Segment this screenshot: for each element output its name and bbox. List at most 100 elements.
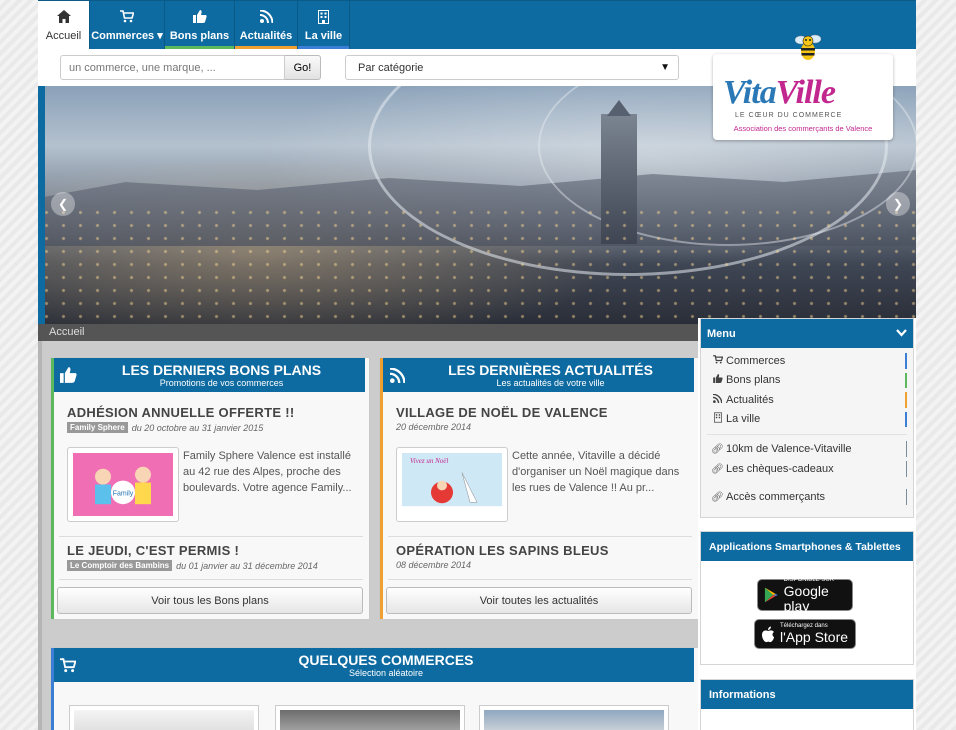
bons-plans-panel: LES DERNIERS BONS PLANS Promotions de vo… — [50, 357, 370, 620]
separator — [388, 579, 692, 580]
chevron-right-icon: ❯ — [892, 197, 904, 211]
nav-commerces[interactable]: Commerces ▾ — [90, 1, 165, 49]
bon-plan-meta: Family Sphere du 20 octobre au 31 janvie… — [67, 422, 263, 433]
actualite-title[interactable]: OPÉRATION LES SAPINS BLEUS — [396, 543, 609, 558]
bon-plan-thumbnail[interactable]: Family — [67, 447, 179, 522]
color-marker — [905, 372, 907, 388]
color-marker — [906, 461, 907, 477]
actualites-header: LES DERNIÈRES ACTUALITÉS Les actualités … — [383, 358, 694, 392]
sidebar-menu: Menu Commerces Bons plans Actualités La … — [700, 318, 914, 518]
actualites-panel: LES DERNIÈRES ACTUALITÉS Les actualités … — [379, 357, 699, 620]
commerces-header: QUELQUES COMMERCES Sélection aléatoire — [54, 648, 694, 682]
sidebar-menu-title: Menu — [707, 327, 736, 340]
main-content: LES DERNIERS BONS PLANS Promotions de vo… — [38, 341, 699, 730]
nav-underline-bons-plans — [165, 46, 234, 49]
thumbs-up-icon — [192, 9, 207, 25]
page: Accueil Commerces ▾ Bons plans Actualité… — [38, 0, 916, 730]
rss-icon — [711, 393, 724, 406]
bon-plan-meta: Le Comptoir des Bambins du 01 janvier au… — [67, 560, 318, 571]
category-select[interactable]: Par catégorie ▼ — [345, 55, 679, 80]
separator — [59, 579, 363, 580]
actualite-title[interactable]: VILLAGE DE NOËL DE VALENCE — [396, 405, 608, 420]
bons-plans-header: LES DERNIERS BONS PLANS Promotions de vo… — [54, 358, 365, 392]
shop-badge[interactable]: Family Sphere — [67, 422, 128, 433]
actualite-thumbnail[interactable]: Vivez un Noël — [396, 447, 508, 522]
breadcrumb: Accueil — [38, 324, 698, 341]
bon-plan-dates: du 20 octobre au 31 janvier 2015 — [131, 422, 264, 433]
separator — [388, 536, 692, 537]
sidebar-item-bons-plans[interactable]: Bons plans — [701, 371, 913, 391]
nav-commerces-label: Commerces — [91, 30, 155, 42]
chevron-down-icon: ▾ — [157, 30, 163, 42]
search-go-button[interactable]: Go! — [285, 55, 321, 80]
logo-association: Association des commerçants de Valence — [733, 124, 873, 133]
commerce-thumbnail[interactable] — [69, 705, 259, 730]
panel-accent-bar — [380, 358, 383, 619]
bons-plans-subtitle: Promotions de vos commerces — [159, 378, 284, 388]
cart-icon — [120, 8, 134, 24]
rss-icon — [259, 9, 273, 25]
sidebar-menu-list: Commerces Bons plans Actualités La ville… — [701, 348, 913, 507]
top-nav: Accueil Commerces ▾ Bons plans Actualité… — [38, 0, 916, 49]
vitaville-logo[interactable]: VitaVille LE CŒUR DU COMMERCE Associatio… — [713, 34, 893, 140]
actualite-date: 20 décembre 2014 — [396, 422, 472, 432]
carousel-prev-button[interactable]: ❮ — [51, 192, 75, 216]
link-icon: 🔗︎ — [711, 491, 724, 503]
bon-plan-excerpt: Family Sphere Valence est installé au 42… — [183, 450, 352, 494]
sidebar-link-cheques[interactable]: 🔗︎ Les chèques-cadeaux — [701, 459, 913, 479]
chevron-left-icon: ❮ — [57, 197, 69, 211]
sidebar-link-acces[interactable]: 🔗︎ Accès commerçants — [701, 487, 913, 507]
color-marker — [906, 441, 907, 457]
cart-icon — [711, 354, 724, 367]
color-marker — [905, 353, 907, 369]
commerce-image — [74, 710, 254, 730]
sidebar-item-commerces[interactable]: Commerces — [701, 351, 913, 371]
actualites-title: LES DERNIÈRES ACTUALITÉS — [448, 362, 653, 378]
shop-badge[interactable]: Le Comptoir des Bambins — [67, 560, 173, 571]
nav-bons-plans[interactable]: Bons plans — [165, 1, 235, 49]
family-sphere-image: Family — [73, 453, 173, 516]
sidebar: Menu Commerces Bons plans Actualités La … — [698, 318, 916, 730]
commerce-thumbnail[interactable] — [275, 705, 465, 730]
category-select-value: Par catégorie — [358, 61, 424, 74]
see-all-actualites-button[interactable]: Voir toutes les actualités — [386, 587, 692, 614]
actualite-date: 08 décembre 2014 — [396, 560, 472, 570]
search-bar: Go! — [60, 55, 321, 80]
link-icon: 🔗︎ — [711, 463, 724, 475]
carousel-next-button[interactable]: ❯ — [886, 192, 910, 216]
bon-plan-title[interactable]: LE JEUDI, C'EST PERMIS ! — [67, 543, 239, 558]
google-play-icon — [764, 587, 778, 603]
commerces-subtitle: Sélection aléatoire — [348, 668, 424, 678]
google-play-button[interactable]: DISPONIBLE SUR Google play — [757, 577, 853, 613]
breadcrumb-home[interactable]: Accueil — [49, 326, 84, 338]
chevron-down-icon — [896, 328, 907, 340]
commerce-image — [484, 710, 664, 730]
sidebar-menu-header[interactable]: Menu — [701, 319, 913, 348]
apps-box: Applications Smartphones & Tablettes DIS… — [700, 531, 914, 665]
link-icon: 🔗︎ — [711, 443, 724, 455]
actualites-subtitle: Les actualités de votre ville — [496, 378, 605, 388]
sidebar-item-la-ville[interactable]: La ville — [701, 410, 913, 430]
sidebar-item-actualites[interactable]: Actualités — [701, 390, 913, 410]
thumbs-up-icon — [54, 358, 82, 392]
nav-la-ville[interactable]: La ville — [298, 1, 350, 49]
hero-accent-bar — [38, 86, 45, 324]
nav-accueil[interactable]: Accueil — [38, 1, 90, 49]
nav-actualites[interactable]: Actualités — [235, 1, 298, 49]
nav-underline-actualites — [235, 46, 297, 49]
search-input[interactable] — [60, 55, 285, 80]
color-marker — [905, 411, 907, 427]
commerce-thumbnail[interactable] — [479, 705, 669, 730]
apple-icon — [762, 626, 774, 642]
app-store-button[interactable]: Téléchargez dans l'App Store — [754, 619, 856, 649]
building-icon — [711, 412, 724, 426]
informations-box: Informations — [700, 679, 914, 730]
bee-mascot-icon — [795, 34, 821, 60]
see-all-bons-plans-button[interactable]: Voir tous les Bons plans — [57, 587, 363, 614]
thumbs-up-icon — [711, 374, 724, 386]
sidebar-link-10km[interactable]: 🔗︎ 10km de Valence-Vitaville — [701, 439, 913, 459]
chevron-down-icon: ▼ — [660, 62, 670, 73]
cart-icon — [54, 648, 82, 682]
bon-plan-title[interactable]: ADHÉSION ANNUELLE OFFERTE !! — [67, 405, 294, 420]
